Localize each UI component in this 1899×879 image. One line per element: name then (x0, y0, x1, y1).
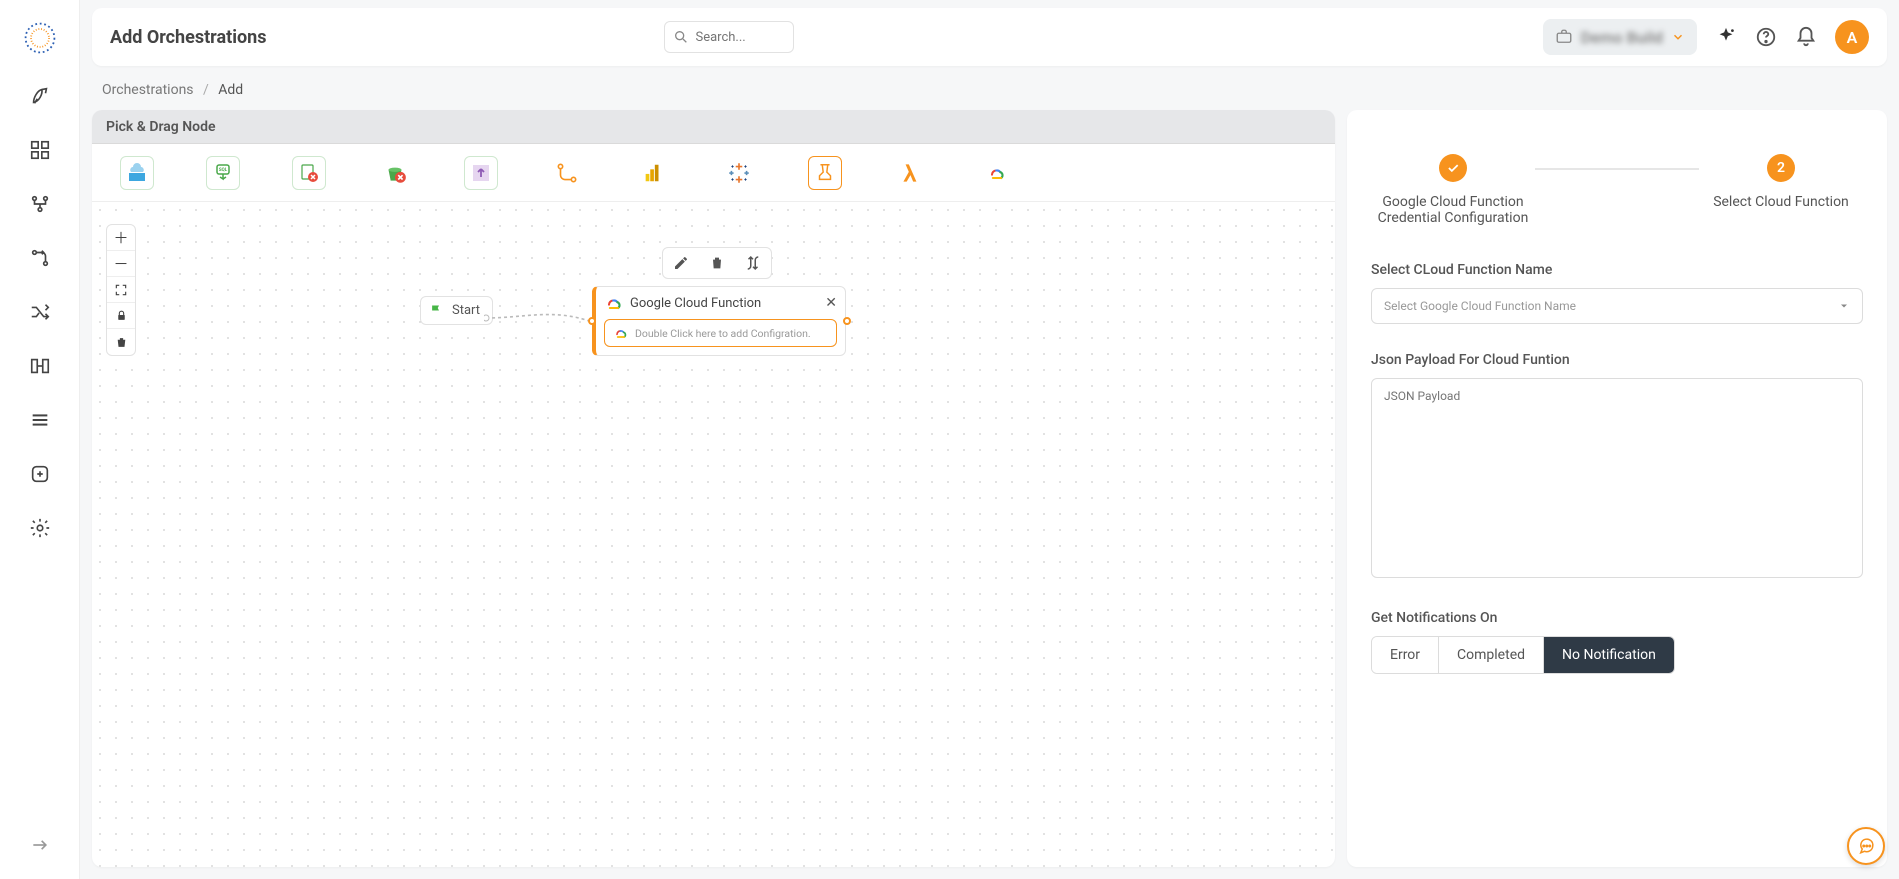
select-function-label: Select CLoud Function Name (1371, 262, 1863, 278)
notifications-label: Get Notifications On (1371, 610, 1863, 626)
nav-compare-icon[interactable] (28, 354, 52, 378)
breadcrumb-current: Add (218, 82, 243, 98)
svg-text:SQL: SQL (219, 167, 228, 173)
breadcrumb: Orchestrations / Add (80, 66, 1899, 106)
gcloud-icon (613, 325, 629, 341)
palette-deletebucket-icon[interactable] (378, 156, 412, 190)
sparkle-icon[interactable] (1715, 26, 1737, 48)
palette-lambda-icon[interactable] (894, 156, 928, 190)
canvas-card: Pick & Drag Node SQL ＋ － (92, 110, 1335, 867)
gcf-node-config-slot[interactable]: Double Click here to add Configration. (604, 319, 837, 347)
notification-toggle: Error Completed No Notification (1371, 636, 1675, 674)
select-function-dropdown[interactable]: Select Google Cloud Function Name (1371, 288, 1863, 324)
page-title: Add Orchestrations (110, 27, 266, 48)
nav-branch-icon[interactable] (28, 246, 52, 270)
json-payload-label: Json Payload For Cloud Funtion (1371, 352, 1863, 368)
flag-icon (429, 303, 444, 318)
nav-list-icon[interactable] (28, 408, 52, 432)
nav-shuffle-icon[interactable] (28, 300, 52, 324)
palette-title: Pick & Drag Node (92, 110, 1335, 144)
step-2: 2 Select Cloud Function (1699, 154, 1863, 210)
palette-row: SQL (92, 144, 1335, 202)
avatar[interactable]: A (1835, 20, 1869, 54)
header-bar: Add Orchestrations Demo Build A (92, 8, 1887, 66)
gcf-node-config-hint: Double Click here to add Configration. (635, 327, 811, 340)
main-area: Add Orchestrations Demo Build A Orchestr… (80, 0, 1899, 879)
node-action-bar (662, 247, 772, 279)
step-2-label: Select Cloud Function (1713, 194, 1849, 210)
stepper: Google Cloud Function Credential Configu… (1371, 154, 1863, 226)
start-node[interactable]: Start (420, 296, 493, 325)
nav-dashboard-icon[interactable] (28, 138, 52, 162)
help-icon[interactable] (1755, 26, 1777, 48)
palette-deletefile-icon[interactable] (292, 156, 326, 190)
palette-powerbi-icon[interactable] (636, 156, 670, 190)
search-box[interactable] (664, 21, 794, 53)
search-input[interactable] (695, 30, 775, 45)
step-1: Google Cloud Function Credential Configu… (1371, 154, 1535, 226)
nav-rocket-icon[interactable] (28, 84, 52, 108)
delete-node-button[interactable] (699, 248, 735, 278)
zoom-out-button[interactable]: － (107, 251, 135, 277)
search-icon (673, 29, 689, 45)
breadcrumb-root[interactable]: Orchestrations (102, 82, 194, 98)
project-name: Demo Build (1581, 28, 1663, 47)
gcf-node-port-out[interactable] (843, 317, 851, 325)
chevron-down-icon (1838, 300, 1850, 312)
canvas-tool-column: ＋ － (106, 224, 136, 356)
step-1-label: Google Cloud Function Credential Configu… (1371, 194, 1535, 226)
json-payload-input[interactable] (1371, 378, 1863, 578)
palette-branch-icon[interactable] (550, 156, 584, 190)
step-1-check-icon (1439, 154, 1467, 182)
fit-button[interactable] (107, 277, 135, 303)
gcf-node[interactable]: Google Cloud Function ✕ Double Click her… (592, 286, 846, 356)
left-sidebar (0, 0, 80, 879)
step-2-number: 2 (1767, 154, 1795, 182)
project-selector[interactable]: Demo Build (1543, 19, 1697, 55)
chat-fab[interactable] (1847, 827, 1885, 865)
chat-icon (1857, 837, 1875, 855)
notif-option-completed[interactable]: Completed (1439, 637, 1544, 673)
bell-icon[interactable] (1795, 26, 1817, 48)
palette-timer-icon[interactable] (808, 156, 842, 190)
gcloud-icon (604, 293, 624, 313)
notif-option-none[interactable]: No Notification (1544, 637, 1674, 673)
nav-settings-icon[interactable] (28, 516, 52, 540)
canvas[interactable]: ＋ － Start (92, 202, 1335, 867)
gcf-node-port-in[interactable] (588, 317, 596, 325)
palette-tableau-icon[interactable] (722, 156, 756, 190)
app-logo (22, 20, 58, 56)
swap-node-button[interactable] (735, 248, 771, 278)
edit-node-button[interactable] (663, 248, 699, 278)
zoom-in-button[interactable]: ＋ (107, 225, 135, 251)
gcf-node-title: Google Cloud Function (630, 296, 761, 311)
palette-ingest-icon[interactable] (120, 156, 154, 190)
lock-button[interactable] (107, 303, 135, 329)
chevron-down-icon (1671, 30, 1685, 44)
nav-pipeline-icon[interactable] (28, 192, 52, 216)
sidebar-collapse-icon[interactable] (30, 835, 50, 855)
briefcase-icon (1555, 28, 1573, 46)
palette-gcloud-icon[interactable] (980, 156, 1014, 190)
edge-start-to-gcf (484, 306, 604, 330)
notif-option-error[interactable]: Error (1372, 637, 1439, 673)
delete-button[interactable] (107, 329, 135, 355)
config-panel: Google Cloud Function Credential Configu… (1347, 110, 1887, 867)
nav-add-icon[interactable] (28, 462, 52, 486)
palette-sql-icon[interactable]: SQL (206, 156, 240, 190)
gcf-node-close-button[interactable]: ✕ (825, 295, 837, 311)
palette-upload-icon[interactable] (464, 156, 498, 190)
start-node-label: Start (452, 303, 480, 318)
select-function-placeholder: Select Google Cloud Function Name (1384, 299, 1576, 313)
